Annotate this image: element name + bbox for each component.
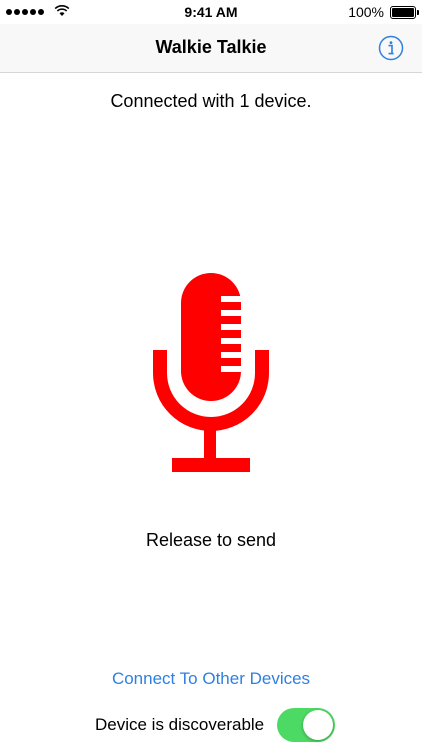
discoverable-row: Device is discoverable (0, 705, 422, 742)
connection-status: Connected with 1 device. (110, 91, 312, 111)
page-title: Walkie Talkie (155, 37, 267, 57)
navigation-bar: Walkie Talkie (0, 24, 422, 73)
app-screen: 9:41 AM 100% Walkie Talkie Connected wit… (0, 0, 422, 750)
push-to-talk-button[interactable] (149, 270, 271, 478)
info-icon (378, 35, 404, 61)
info-button[interactable] (378, 35, 404, 61)
status-bar: 9:41 AM 100% (0, 0, 422, 24)
push-to-talk-hint: Release to send (145, 530, 277, 550)
discoverable-label: Device is discoverable (95, 715, 265, 734)
discoverable-toggle[interactable] (277, 708, 335, 742)
connect-devices-link[interactable]: Connect To Other Devices (0, 669, 422, 689)
battery-icon (390, 6, 419, 19)
battery-percent: 100% (348, 4, 384, 20)
microphone-icon (153, 273, 269, 472)
toggle-knob (303, 710, 333, 740)
